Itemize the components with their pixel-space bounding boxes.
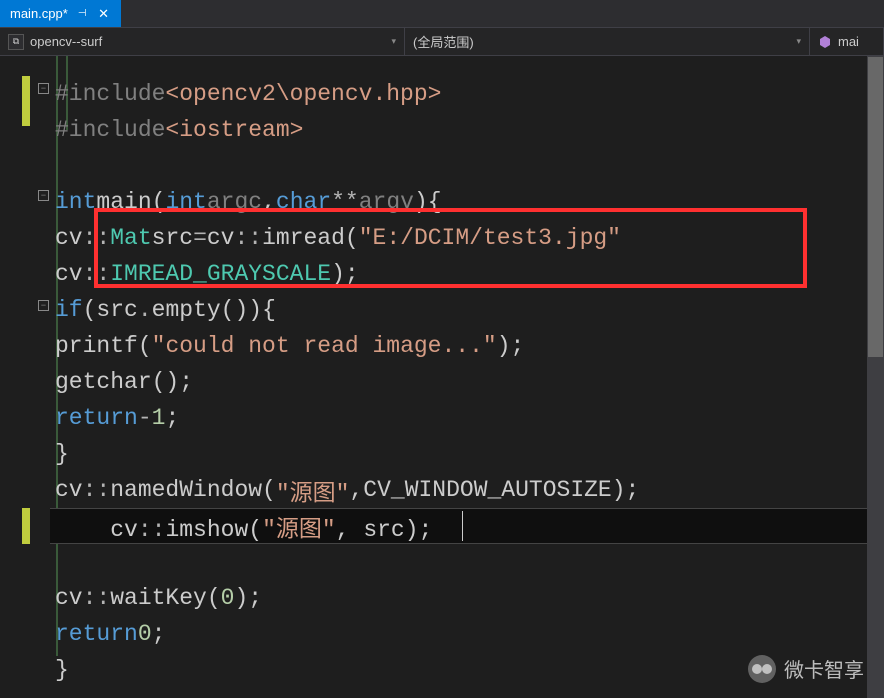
close-icon[interactable]: ✕: [97, 7, 111, 21]
code-line: cv::IMREAD_GRAYSCALE);: [55, 256, 884, 292]
member-name: mai: [838, 34, 859, 49]
text-cursor: [462, 511, 463, 541]
code-line-current: cv::imshow("源图", src);: [55, 508, 884, 544]
cpp-project-icon: ⧉: [8, 34, 24, 50]
vertical-scrollbar[interactable]: [867, 56, 884, 698]
fold-toggle[interactable]: −: [38, 83, 49, 94]
code-line: printf("could not read image...");: [55, 328, 884, 364]
modified-indicator: [22, 508, 30, 544]
navigation-bar: ⧉ opencv--surf ▾ (全局范围) ▾ mai: [0, 28, 884, 56]
code-line: cv::Mat src = cv::imread("E:/DCIM/test3.…: [55, 220, 884, 256]
code-line: }: [55, 436, 884, 472]
pin-icon[interactable]: ⊣: [78, 8, 87, 19]
editor-gutter: − − −: [0, 56, 55, 698]
fold-toggle[interactable]: −: [38, 190, 49, 201]
code-line: #include <opencv2\opencv.hpp>: [55, 76, 884, 112]
code-line: getchar();: [55, 364, 884, 400]
code-line: #include <iostream>: [55, 112, 884, 148]
scope-dropdown[interactable]: (全局范围) ▾: [405, 28, 810, 55]
code-line: [55, 148, 884, 184]
scope-label: (全局范围): [413, 32, 474, 51]
code-line: if (src.empty()) {: [55, 292, 884, 328]
code-area[interactable]: #include <opencv2\opencv.hpp> #include <…: [55, 56, 884, 698]
code-line: return -1;: [55, 400, 884, 436]
code-line: [55, 544, 884, 580]
code-line: cv::namedWindow("源图", CV_WINDOW_AUTOSIZE…: [55, 472, 884, 508]
member-dropdown[interactable]: mai: [810, 28, 884, 55]
modified-indicator: [22, 76, 30, 126]
chevron-down-icon: ▾: [796, 36, 801, 47]
watermark-text: 微卡智享: [784, 654, 864, 683]
code-line: cv::waitKey(0);: [55, 580, 884, 616]
code-editor[interactable]: − − − #include <opencv2\opencv.hpp> #inc…: [0, 56, 884, 698]
scrollbar-thumb[interactable]: [868, 57, 883, 357]
watermark: 微卡智享: [748, 654, 864, 683]
wechat-icon: [748, 655, 776, 683]
chevron-down-icon: ▾: [391, 36, 396, 47]
tab-filename: main.cpp*: [10, 6, 68, 21]
code-line: return 0;: [55, 616, 884, 652]
fold-toggle[interactable]: −: [38, 300, 49, 311]
tab-bar: main.cpp* ⊣ ✕: [0, 0, 884, 28]
project-dropdown[interactable]: ⧉ opencv--surf ▾: [0, 28, 405, 55]
project-name: opencv--surf: [30, 34, 102, 49]
method-icon: [818, 35, 832, 49]
code-line: int main(int argc, char** argv) {: [55, 184, 884, 220]
file-tab[interactable]: main.cpp* ⊣ ✕: [0, 0, 121, 27]
